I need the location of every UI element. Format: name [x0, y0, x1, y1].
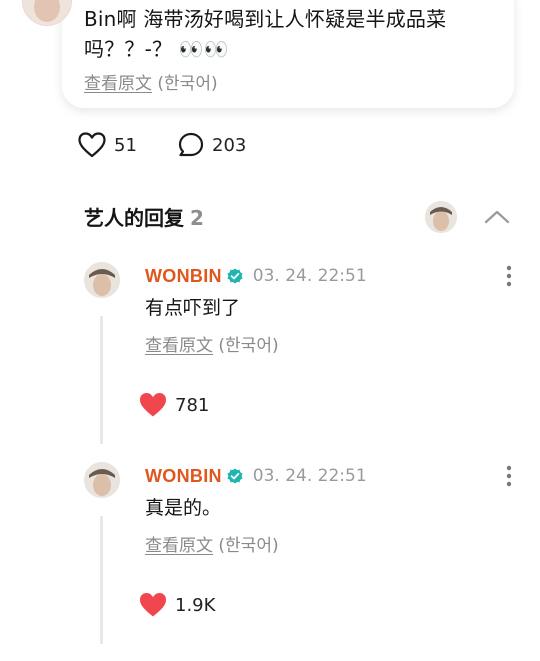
reply-like-count: 1.9K [175, 594, 216, 616]
reply-like-button[interactable]: 781 [139, 391, 209, 419]
heart-filled-icon [140, 393, 166, 417]
more-vertical-icon [506, 265, 512, 287]
heart-filled-icon [140, 593, 166, 617]
reply-timestamp: 03. 24. 22:51 [252, 266, 367, 286]
chevron-up-icon [484, 210, 510, 224]
avatar-image [425, 201, 457, 233]
post-text-line-1: Bin啊 海带汤好喝到让人怀疑是半成品菜 [84, 7, 447, 31]
reply-author-avatar[interactable] [84, 462, 120, 498]
reply-like-count: 781 [175, 394, 210, 416]
avatar-image [84, 262, 120, 298]
post-content: Bin啊 海带汤好喝到让人怀疑是半成品菜 吗？？-？ 👀👀 [84, 4, 494, 64]
verified-badge-icon [227, 468, 243, 484]
reply-header: WONBIN 03. 24. 22:51 [145, 264, 367, 288]
view-original-link[interactable]: 查看原文 [145, 336, 213, 356]
reply-like-button[interactable]: 1.9K [139, 591, 215, 619]
post-like-count: 51 [114, 134, 137, 156]
artist-avatar[interactable] [425, 201, 457, 233]
collapse-replies-button[interactable] [483, 203, 511, 231]
reply-item: WONBIN 03. 24. 22:51 有点吓到了 查看原文 (한국어) 78… [0, 260, 540, 450]
reply-header: WONBIN 03. 24. 22:51 [145, 464, 367, 488]
reply-author-name[interactable]: WONBIN [145, 266, 222, 287]
verified-badge-icon [227, 268, 243, 284]
artist-replies-count: 2 [190, 206, 204, 230]
post-translate-row: 查看原文 (한국어) [84, 69, 218, 94]
view-original-link[interactable]: 查看原文 [145, 536, 213, 556]
original-language-label: (한국어) [218, 336, 279, 356]
reply-author-name[interactable]: WONBIN [145, 466, 222, 487]
thread-line [100, 316, 103, 444]
reply-text: 真是的。 [145, 497, 222, 519]
artist-replies-heading: 艺人的回复 2 [84, 202, 204, 231]
comment-bubble-icon [178, 132, 204, 157]
reply-more-button[interactable] [500, 262, 518, 290]
artist-replies-title: 艺人的回复 [84, 206, 184, 230]
heart-outline-icon [78, 132, 106, 158]
reply-translate-row: 查看原文 (한국어) [145, 331, 279, 356]
reply-more-button[interactable] [500, 462, 518, 490]
reply-author-avatar[interactable] [84, 262, 120, 298]
original-language-label: (한국어) [218, 536, 279, 556]
reply-timestamp: 03. 24. 22:51 [252, 466, 367, 486]
post-like-button[interactable]: 51 [78, 130, 137, 160]
reply-text: 有点吓到了 [145, 297, 241, 319]
reply-item: WONBIN 03. 24. 22:51 真是的。 查看原文 (한국어) 1.9… [0, 460, 540, 650]
thread-line [100, 516, 103, 644]
post-comment-button[interactable]: 203 [178, 130, 246, 160]
post-text-line-2: 吗？？-？ 👀👀 [84, 37, 229, 61]
view-original-link[interactable]: 查看原文 [84, 74, 152, 94]
post-comment-count: 203 [212, 134, 247, 156]
original-language-label: (한국어) [157, 74, 218, 94]
avatar-image [84, 462, 120, 498]
more-vertical-icon [506, 465, 512, 487]
reply-translate-row: 查看原文 (한국어) [145, 531, 279, 556]
